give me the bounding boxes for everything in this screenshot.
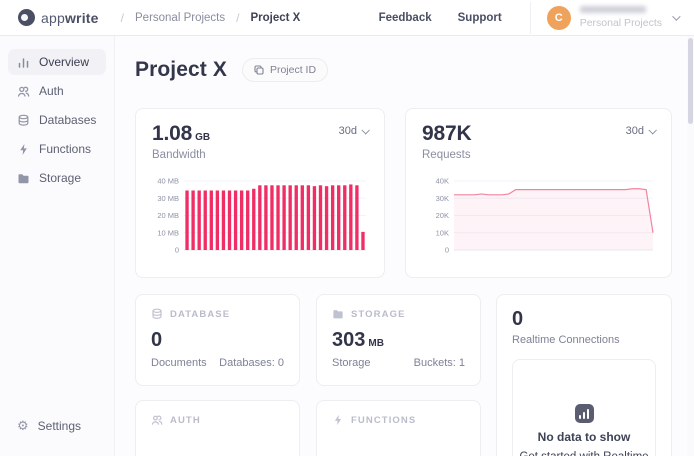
bandwidth-chart: 40 MB 30 MB 20 MB 10 MB 0 [152, 176, 368, 260]
lightning-icon [332, 414, 344, 426]
auth-card[interactable]: AUTH [135, 400, 300, 456]
gear-icon: ⚙ [17, 420, 29, 433]
realtime-card: 0 Realtime Connections No data to show G… [496, 294, 672, 456]
appwrite-logo[interactable]: appwrite [18, 9, 99, 26]
svg-text:0: 0 [445, 246, 449, 255]
requests-range-selector[interactable]: 30d [626, 122, 655, 137]
breadcrumb-separator: / [236, 11, 239, 25]
auth-category-label: AUTH [170, 415, 201, 426]
range-value: 30d [626, 125, 644, 137]
storage-label: Storage [332, 357, 371, 369]
page-title: Project X [135, 58, 227, 82]
project-id-badge[interactable]: Project ID [242, 58, 328, 82]
svg-text:10K: 10K [436, 228, 449, 237]
realtime-connections-count: 0 [512, 308, 656, 331]
chevron-down-icon [648, 126, 656, 134]
breadcrumb-project-x[interactable]: Project X [250, 12, 300, 24]
svg-text:0: 0 [175, 246, 179, 255]
database-icon [151, 308, 163, 320]
buckets-meta: Buckets: 1 [414, 357, 465, 369]
sidebar-item-label: Storage [39, 171, 81, 185]
bar-chart-icon [575, 404, 594, 423]
svg-text:20 MB: 20 MB [157, 211, 179, 220]
chevron-down-icon [361, 126, 369, 134]
top-bar: appwrite / Personal Projects / Project X… [0, 0, 694, 36]
avatar: C [547, 6, 571, 30]
appwrite-logo-icon [18, 9, 35, 26]
sidebar-item-settings[interactable]: ⚙ Settings [8, 413, 106, 439]
project-id-badge-label: Project ID [270, 64, 316, 76]
bandwidth-range-selector[interactable]: 30d [339, 122, 368, 137]
account-name-redacted [580, 6, 646, 13]
get-started-realtime-link[interactable]: Get started with Realtime [519, 451, 648, 456]
svg-text:40K: 40K [436, 177, 449, 186]
breadcrumb-personal-projects[interactable]: Personal Projects [135, 12, 225, 24]
scrollbar-track [687, 36, 694, 456]
support-link[interactable]: Support [458, 12, 502, 24]
bandwidth-label: Bandwidth [152, 149, 210, 161]
copy-icon [254, 65, 264, 75]
sidebar: Overview Auth Databases Functions Storag… [0, 36, 115, 456]
svg-text:30K: 30K [436, 194, 449, 203]
storage-category-label: STORAGE [351, 309, 406, 320]
database-icon [17, 114, 30, 127]
appwrite-logo-text: appwrite [41, 10, 99, 26]
bar-chart-icon [17, 56, 30, 69]
databases-meta: Databases: 0 [219, 357, 284, 369]
feedback-link[interactable]: Feedback [379, 12, 432, 24]
sidebar-item-overview[interactable]: Overview [8, 49, 106, 75]
svg-text:10 MB: 10 MB [157, 228, 179, 237]
database-card[interactable]: DATABASE 0 Documents Databases: 0 [135, 294, 300, 386]
lightning-icon [17, 143, 30, 156]
documents-label: Documents [151, 357, 207, 369]
svg-text:20K: 20K [436, 211, 449, 220]
sidebar-item-label: Functions [39, 142, 91, 156]
folder-icon [17, 172, 30, 185]
sidebar-item-auth[interactable]: Auth [8, 78, 106, 104]
sidebar-item-label: Overview [39, 55, 89, 69]
realtime-connections-label: Realtime Connections [512, 334, 656, 346]
scrollbar-thumb[interactable] [688, 38, 693, 124]
sidebar-item-label: Auth [39, 84, 64, 98]
bandwidth-value: 1.08GB [152, 122, 210, 146]
functions-category-label: FUNCTIONS [351, 415, 416, 426]
sidebar-item-label: Databases [39, 113, 96, 127]
requests-card: 987K Requests 30d 40K 30K 20K 10K 0 [405, 108, 672, 278]
range-value: 30d [339, 125, 357, 137]
documents-count: 0 [151, 329, 284, 352]
folder-icon [332, 308, 344, 320]
main-content: Project X Project ID 1.08GB Bandwidth 30… [115, 36, 694, 456]
requests-value: 987K [422, 122, 471, 146]
sidebar-item-databases[interactable]: Databases [8, 107, 106, 133]
requests-chart: 40K 30K 20K 10K 0 [422, 176, 655, 260]
users-icon [151, 414, 163, 426]
account-organization: Personal Projects [580, 17, 662, 29]
storage-size: 303MB [332, 329, 465, 352]
database-category-label: DATABASE [170, 309, 230, 320]
storage-card[interactable]: STORAGE 303MB Storage Buckets: 1 [316, 294, 481, 386]
breadcrumb-separator: / [121, 11, 124, 25]
users-icon [17, 85, 30, 98]
sidebar-item-storage[interactable]: Storage [8, 165, 106, 191]
functions-card[interactable]: FUNCTIONS [316, 400, 481, 456]
bandwidth-card: 1.08GB Bandwidth 30d 40 MB 30 MB 20 MB 10 M… [135, 108, 385, 278]
svg-text:30 MB: 30 MB [157, 194, 179, 203]
chevron-down-icon [672, 12, 680, 20]
no-data-text: No data to show [538, 430, 631, 444]
sidebar-item-functions[interactable]: Functions [8, 136, 106, 162]
requests-label: Requests [422, 149, 471, 161]
account-menu[interactable]: C Personal Projects [530, 2, 680, 34]
realtime-empty-state: No data to show Get started with Realtim… [512, 359, 656, 456]
sidebar-item-label: Settings [38, 419, 81, 433]
svg-text:40 MB: 40 MB [157, 177, 179, 186]
